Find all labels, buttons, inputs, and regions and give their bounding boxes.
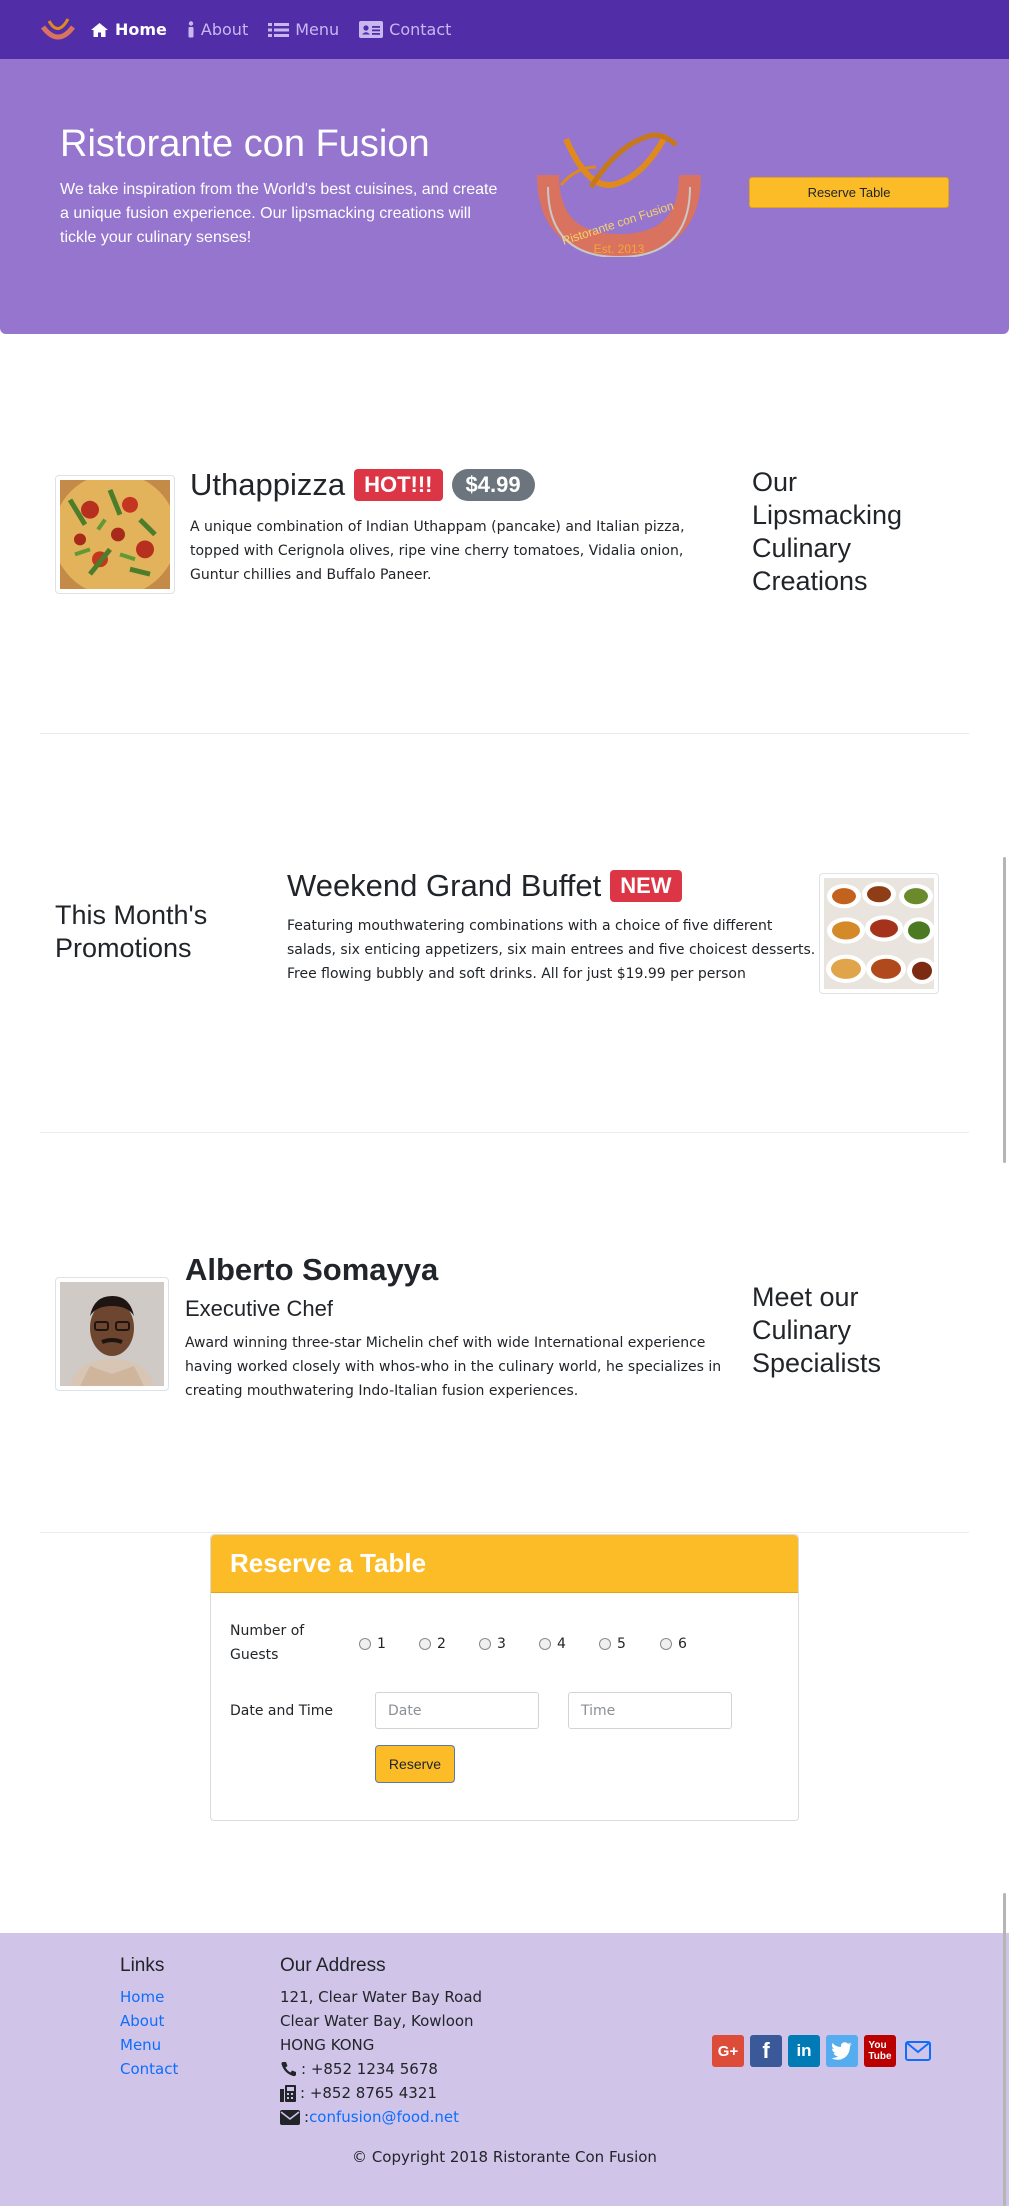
reserve-submit-button[interactable]: Reserve: [375, 1745, 455, 1783]
leader-designation: Executive Chef: [185, 1296, 333, 1321]
address-line: Clear Water Bay, Kowloon: [280, 2012, 474, 2030]
fax-number: : +852 8765 4321: [300, 2084, 437, 2102]
promotion-title: Weekend Grand Buffet NEW: [287, 868, 682, 904]
logo-est: Est. 2013: [594, 242, 645, 256]
reserve-table-button[interactable]: Reserve Table: [749, 177, 949, 208]
restaurant-description: We take inspiration from the World's bes…: [60, 181, 498, 246]
email-line: : confusion@food.net: [280, 2108, 459, 2126]
dish-title: Uthappizza HOT!!! $4.99: [190, 467, 535, 503]
radio-button[interactable]: [359, 1638, 371, 1650]
radio-button[interactable]: [539, 1638, 551, 1650]
footer-link-contact[interactable]: Contact: [120, 2060, 178, 2078]
dish-hot-badge: HOT!!!: [354, 469, 443, 501]
footer-link-home[interactable]: Home: [120, 1988, 164, 2006]
time-input[interactable]: Time: [568, 1692, 732, 1729]
twitter-icon[interactable]: [826, 2035, 858, 2067]
chef-portrait: [60, 1282, 164, 1386]
email-link[interactable]: confusion@food.net: [309, 2108, 459, 2126]
nav-home-link[interactable]: Home: [90, 20, 167, 39]
phone-line: : +852 1234 5678: [280, 2060, 438, 2078]
nav-menu-link[interactable]: Menu: [268, 20, 339, 39]
pizza-image: [60, 480, 170, 589]
nav-menu-label: Menu: [295, 20, 340, 39]
radio-button[interactable]: [660, 1638, 672, 1650]
leader-description: Award winning three-star Michelin chef w…: [185, 1335, 722, 1399]
dish-price-badge: $4.99: [451, 469, 535, 501]
guest-option-label: 1: [377, 1636, 386, 1652]
guest-option-4[interactable]: 4: [539, 1636, 566, 1652]
facebook-icon[interactable]: f: [750, 2035, 782, 2067]
leader-thumbnail: [55, 1277, 169, 1391]
mail-icon[interactable]: [902, 2035, 934, 2067]
promotion-section-heading: This Month's Promotions: [55, 900, 208, 963]
dish-thumbnail: [55, 475, 175, 594]
guest-option-label: 3: [497, 1636, 506, 1652]
nav-about-label: About: [200, 20, 249, 39]
brand-logo-icon[interactable]: [40, 15, 76, 45]
section-divider: [40, 1132, 969, 1133]
list-icon: [268, 22, 290, 37]
guest-option-1[interactable]: 1: [359, 1636, 386, 1652]
restaurant-title: Ristorante con Fusion: [60, 123, 430, 165]
radio-button[interactable]: [479, 1638, 491, 1650]
guest-option-label: 4: [557, 1636, 566, 1652]
section-divider: [40, 1532, 969, 1533]
google-plus-icon[interactable]: G+: [712, 2035, 744, 2067]
dish-section-heading: Our Lipsmacking Culinary Creations: [752, 467, 903, 596]
reserve-table-card: Reserve a Table Number of Guests 1 2 3 4…: [210, 1534, 799, 1821]
guest-option-6[interactable]: 6: [660, 1636, 687, 1652]
leader-name: Alberto Somayya: [185, 1252, 439, 1287]
address-line: 121, Clear Water Bay Road: [280, 1988, 483, 2006]
reserve-card-header: Reserve a Table: [211, 1535, 798, 1593]
footer-link-menu[interactable]: Menu: [120, 2036, 161, 2054]
envelope-icon: [280, 2109, 300, 2125]
footer-links-heading: Links: [120, 1955, 165, 1976]
buffet-image: [824, 878, 934, 989]
section-divider: [40, 733, 969, 734]
dish-name: Uthappizza: [190, 467, 346, 502]
scrollbar-track-segment[interactable]: [1003, 1893, 1006, 2206]
home-icon: [91, 22, 108, 37]
promotion-new-badge: NEW: [610, 870, 682, 902]
guest-option-label: 2: [437, 1636, 446, 1652]
phone-icon: [281, 2062, 296, 2077]
promotion-name: Weekend Grand Buffet: [287, 868, 602, 903]
datetime-label: Date and Time: [230, 1703, 333, 1719]
copyright-text: © Copyright 2018 Ristorante Con Fusion: [352, 2148, 657, 2166]
fax-icon: [280, 2084, 296, 2102]
leader-section-heading: Meet our Culinary Specialists: [752, 1282, 882, 1378]
nav-about-link[interactable]: About: [187, 20, 248, 39]
navbar: Home About Menu Contact: [0, 0, 1009, 59]
guest-option-2[interactable]: 2: [419, 1636, 446, 1652]
address-card-icon: [359, 21, 384, 38]
info-icon: [188, 21, 194, 38]
guest-option-label: 6: [678, 1636, 687, 1652]
phone-number: : +852 1234 5678: [301, 2060, 438, 2078]
reserve-card-title: Reserve a Table: [230, 1548, 427, 1578]
footer-link-about[interactable]: About: [120, 2012, 164, 2030]
guest-option-label: 5: [617, 1636, 626, 1652]
nav-home-label: Home: [115, 20, 167, 39]
social-links: G+ f in You Tube: [712, 2035, 940, 2067]
jumbotron: Ristorante con Fusion We take inspiratio…: [0, 59, 1009, 334]
footer-address-heading: Our Address: [280, 1955, 386, 1976]
radio-button[interactable]: [419, 1638, 431, 1650]
radio-button[interactable]: [599, 1638, 611, 1650]
dish-description: A unique combination of Indian Uthappam …: [190, 519, 685, 583]
scrollbar-thumb[interactable]: [1003, 857, 1006, 1163]
guest-option-5[interactable]: 5: [599, 1636, 626, 1652]
restaurant-logo: Ristorante con Fusion Est. 2013: [537, 132, 701, 257]
linkedin-icon[interactable]: in: [788, 2035, 820, 2067]
guests-label: Number of Guests: [230, 1623, 305, 1663]
promotion-thumbnail: [819, 873, 939, 994]
nav-contact-label: Contact: [389, 20, 452, 39]
fax-line: : +852 8765 4321: [280, 2084, 437, 2102]
nav-contact-link[interactable]: Contact: [359, 20, 451, 39]
date-input[interactable]: Date: [375, 1692, 539, 1729]
address-line: HONG KONG: [280, 2036, 375, 2054]
guest-option-3[interactable]: 3: [479, 1636, 506, 1652]
youtube-icon[interactable]: You Tube: [864, 2035, 896, 2067]
promotion-description: Featuring mouthwatering combinations wit…: [287, 918, 816, 982]
